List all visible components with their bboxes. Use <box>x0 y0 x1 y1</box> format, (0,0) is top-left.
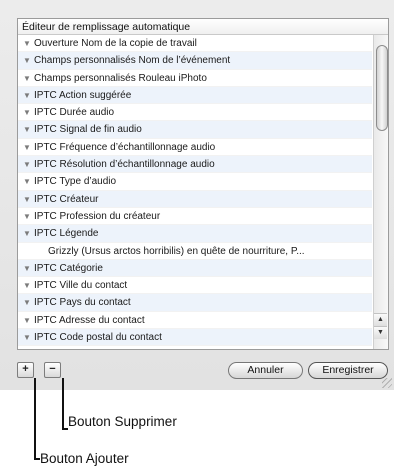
disclosure-triangle-icon[interactable]: ▼ <box>23 260 31 276</box>
list-item[interactable]: ▼ IPTC Fréquence d’échantillonnage audio <box>18 139 372 157</box>
list-item[interactable]: ▼ IPTC Adresse du contact <box>18 312 372 330</box>
scroll-down-arrow-icon[interactable]: ▼ <box>374 326 387 339</box>
list-item[interactable]: ▼ Ouverture Nom de la copie de travail <box>18 35 372 53</box>
list-item-label: IPTC Durée audio <box>34 107 115 119</box>
list-item-label: Ouverture Nom de la copie de travail <box>34 38 197 49</box>
disclosure-triangle-icon[interactable]: ▼ <box>23 208 31 224</box>
list-item[interactable]: ▼ IPTC Créateur <box>18 190 372 208</box>
add-callout-label: Bouton Ajouter <box>40 451 129 466</box>
save-button[interactable]: Enregistrer <box>308 362 388 379</box>
list-rows: ▼ Ouverture Nom de la copie de travail ▼ Ch… <box>18 35 372 349</box>
list-item-label: IPTC Résolution d’échantillonnage audio <box>34 159 215 171</box>
list-item-label: IPTC Ville du contact <box>34 280 128 292</box>
vertical-scrollbar[interactable]: ▲ ▼ <box>373 35 388 349</box>
list-item-label: IPTC Code postal du contact <box>34 332 162 344</box>
list-item-label: IPTC Fréquence d’échantillonnage audio <box>34 141 216 153</box>
list-item-label: IPTC Créateur <box>34 193 99 205</box>
disclosure-triangle-icon[interactable]: ▼ <box>23 329 31 345</box>
list-item-label: IPTC Type d’audio <box>34 176 117 188</box>
list-item[interactable]: ▼ IPTC Type d’audio <box>18 173 372 191</box>
disclosure-triangle-icon[interactable]: ▼ <box>23 35 31 51</box>
remove-callout-label: Bouton Supprimer <box>68 414 177 429</box>
disclosure-triangle-icon[interactable]: ▼ <box>23 225 31 241</box>
remove-callout-line <box>62 378 64 430</box>
list-item[interactable]: ▼ IPTC Durée audio <box>18 104 372 122</box>
disclosure-triangle-icon[interactable]: ▼ <box>23 191 31 207</box>
disclosure-triangle-icon[interactable]: ▼ <box>23 121 31 137</box>
list-item-label: IPTC Profession du créateur <box>34 210 161 222</box>
remove-button[interactable]: − <box>44 362 61 378</box>
list-item[interactable]: ▼ IPTC Pays du contact <box>18 294 372 312</box>
autofill-list: Éditeur de remplissage automatique ▼ Ouve… <box>17 18 389 350</box>
list-item-label: Champs personnalisés Nom de l’événement <box>34 55 231 67</box>
disclosure-triangle-icon[interactable]: ▼ <box>23 173 31 189</box>
list-item[interactable]: ▼ IPTC Profession du créateur <box>18 208 372 226</box>
list-item-label: IPTC Pays du contact <box>34 297 131 309</box>
list-item-label: IPTC Catégorie <box>34 262 103 274</box>
resize-grip-icon[interactable] <box>382 378 392 388</box>
disclosure-triangle-icon[interactable]: ▼ <box>23 312 31 328</box>
add-button[interactable]: + <box>17 362 34 378</box>
list-item[interactable]: ▼ IPTC Signal de fin audio <box>18 121 372 139</box>
disclosure-triangle-icon[interactable]: ▼ <box>23 70 31 86</box>
list-item[interactable]: ▼ Champs personnalisés Rouleau iPhoto <box>18 70 372 87</box>
list-item-label: Grizzly (Ursus arctos horribilis) en quê… <box>48 245 305 257</box>
list-item[interactable]: ▼ IPTC Catégorie <box>18 259 372 278</box>
list-item-label: IPTC Action suggérée <box>34 89 132 101</box>
list-item-label: IPTC Légende <box>34 228 99 240</box>
list-item-label: Champs personnalisés Rouleau iPhoto <box>34 72 207 84</box>
disclosure-triangle-icon[interactable]: ▼ <box>23 277 31 293</box>
disclosure-triangle-icon[interactable]: ▼ <box>23 52 31 68</box>
disclosure-triangle-icon[interactable]: ▼ <box>23 294 31 310</box>
list-item[interactable]: ▼ IPTC Résolution d’échantillonnage audio <box>18 156 372 174</box>
disclosure-triangle-icon[interactable]: ▼ <box>23 104 31 120</box>
list-item[interactable]: ▼ IPTC Légende <box>18 225 372 243</box>
list-item[interactable]: ▼ Champs personnalisés Nom de l’événement <box>18 52 372 70</box>
list-item-value[interactable]: Grizzly (Ursus arctos horribilis) en quê… <box>18 243 372 260</box>
list-header: Éditeur de remplissage automatique <box>18 19 388 35</box>
list-item[interactable]: ▼ IPTC Action suggérée <box>18 86 372 105</box>
autofill-editor-panel: Éditeur de remplissage automatique ▼ Ouve… <box>0 0 394 390</box>
add-callout-line <box>34 378 36 460</box>
list-item[interactable]: ▼ IPTC Ville du contact <box>18 277 372 295</box>
cancel-button[interactable]: Annuler <box>228 362 303 379</box>
disclosure-triangle-icon[interactable]: ▼ <box>23 139 31 155</box>
disclosure-triangle-icon[interactable]: ▼ <box>23 87 31 103</box>
scroll-thumb[interactable] <box>376 45 388 131</box>
list-item[interactable]: ▼ IPTC Code postal du contact <box>18 329 372 347</box>
list-item-label: IPTC Adresse du contact <box>34 314 145 326</box>
list-item-label: IPTC Signal de fin audio <box>34 124 142 136</box>
disclosure-triangle-icon[interactable]: ▼ <box>23 156 31 172</box>
scroll-up-arrow-icon[interactable]: ▲ <box>374 313 387 326</box>
